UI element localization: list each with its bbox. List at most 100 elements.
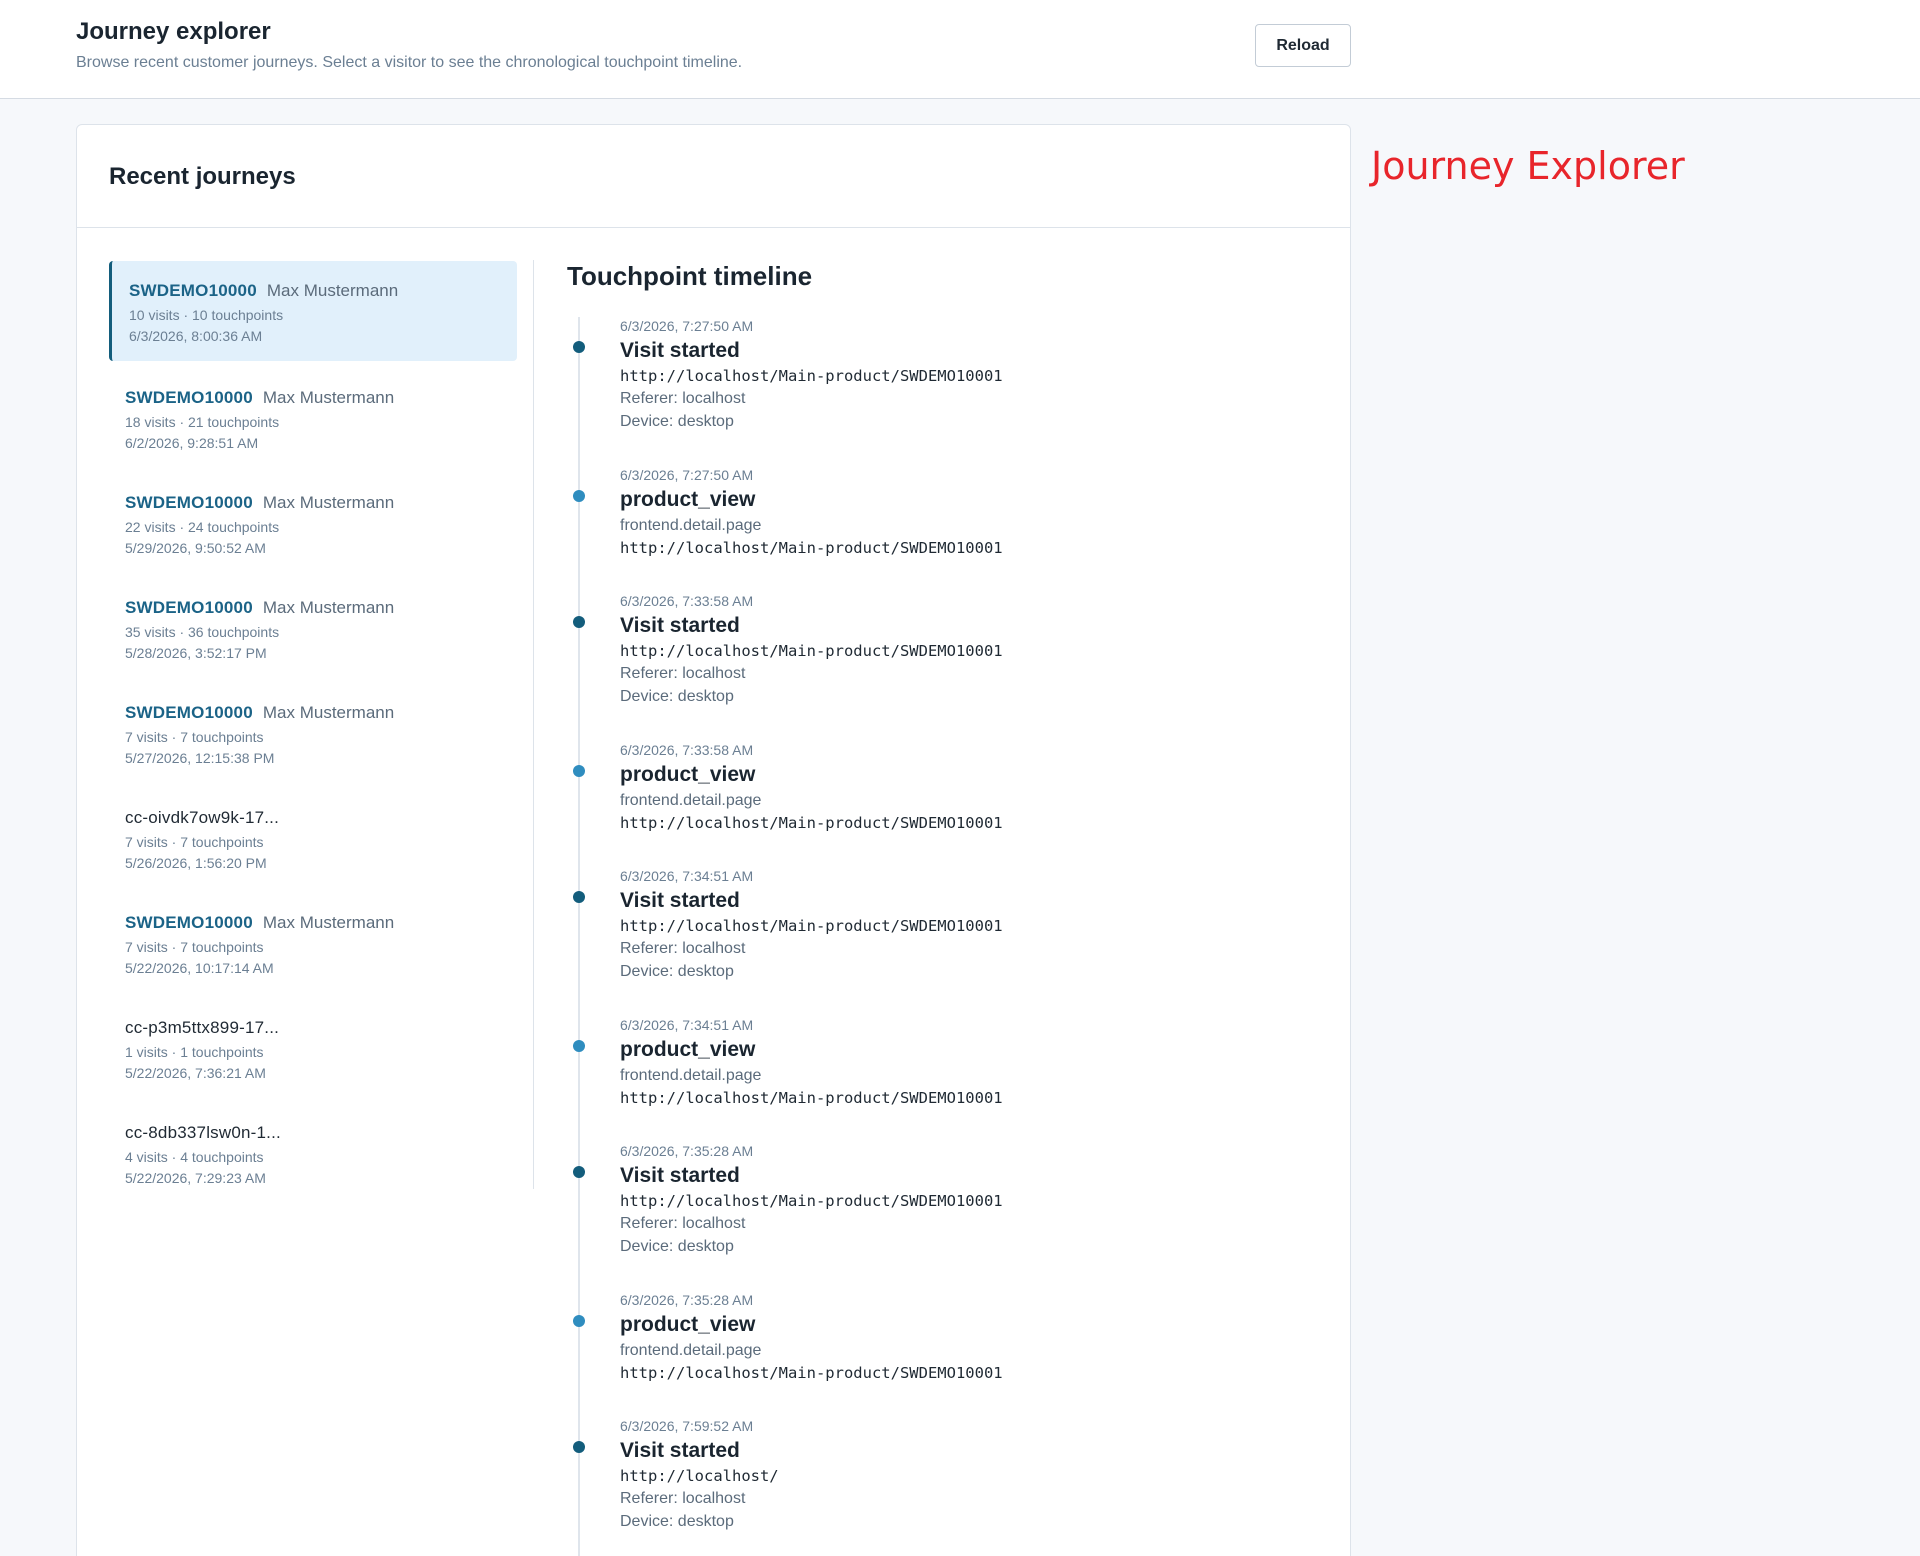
event-referer: Referer: localhost xyxy=(620,1490,746,1507)
timeline-dot-icon xyxy=(573,891,585,903)
event-url: http://localhost/Main-product/SWDEMO1000… xyxy=(620,642,1003,660)
column-divider xyxy=(533,260,534,1189)
event-referer: Referer: localhost xyxy=(620,940,746,957)
visitor-name: Max Mustermann xyxy=(262,703,395,722)
timeline-dot-icon xyxy=(573,490,585,502)
event-page: frontend.detail.page xyxy=(620,792,762,809)
event-url: http://localhost/Main-product/SWDEMO1000… xyxy=(620,1192,1003,1210)
event-page: frontend.detail.page xyxy=(620,1342,762,1359)
timeline-dot-icon xyxy=(573,1441,585,1453)
event-time: 6/3/2026, 7:33:58 AM xyxy=(620,593,754,609)
event-url: http://localhost/Main-product/SWDEMO1000… xyxy=(620,367,1003,385)
journey-date: 5/22/2026, 10:17:14 AM xyxy=(125,960,274,976)
visitor-id: SWDEMO10000 xyxy=(125,703,253,722)
journey-date: 5/27/2026, 12:15:38 PM xyxy=(125,750,275,766)
top-bar: Journey explorer Browse recent customer … xyxy=(0,0,1920,99)
timeline-event-body: 6/3/2026, 7:34:51 AM product_view frontend… xyxy=(620,1016,1300,1109)
visitor-name: Max Mustermann xyxy=(262,388,395,407)
timeline-dot-icon xyxy=(573,1166,585,1178)
event-label: product_view xyxy=(620,1038,756,1061)
timeline-dot-icon xyxy=(573,1040,585,1052)
reload-button[interactable]: Reload xyxy=(1255,24,1351,67)
journey-header: cc-8db337lsw0n-1... xyxy=(125,1123,517,1143)
event-url: http://localhost/ xyxy=(620,1467,779,1485)
event-referer: Referer: localhost xyxy=(620,665,746,682)
journey-stats: 1 visits · 1 touchpoints xyxy=(125,1044,264,1060)
journey-list-item[interactable]: SWDEMO10000 Max Mustermann 7 visits · 7 to… xyxy=(109,681,517,786)
journey-list-item[interactable]: cc-p3m5ttx899-17... 1 visits · 1 touchpoi… xyxy=(109,996,517,1101)
event-device: Device: desktop xyxy=(620,963,734,980)
timeline-dot-icon xyxy=(573,765,585,777)
visitor-id: cc-p3m5ttx899-17... xyxy=(125,1018,280,1037)
journey-list-item[interactable]: SWDEMO10000 Max Mustermann 10 visits · 10 … xyxy=(109,261,517,361)
event-device: Device: desktop xyxy=(620,1238,734,1255)
timeline-event-body: 6/3/2026, 7:33:58 AM product_view frontend… xyxy=(620,741,1300,834)
timeline-event-body: 6/3/2026, 7:35:28 AM product_view frontend… xyxy=(620,1291,1300,1384)
timeline-event-body: 6/3/2026, 7:27:50 AM product_view frontend… xyxy=(620,466,1300,559)
event-time: 6/3/2026, 7:27:50 AM xyxy=(620,467,754,483)
journey-header: SWDEMO10000 Max Mustermann xyxy=(125,913,517,933)
visitor-id: SWDEMO10000 xyxy=(125,493,253,512)
visitor-id: SWDEMO10000 xyxy=(125,388,253,407)
journey-list-item[interactable]: SWDEMO10000 Max Mustermann 35 visits · 36 … xyxy=(109,576,517,681)
event-label: Visit started xyxy=(620,339,740,362)
event-time: 6/3/2026, 7:35:28 AM xyxy=(620,1292,754,1308)
event-label: Visit started xyxy=(620,614,740,637)
event-url: http://localhost/Main-product/SWDEMO1000… xyxy=(620,814,1003,832)
event-label: product_view xyxy=(620,488,756,511)
journey-stats: 4 visits · 4 touchpoints xyxy=(125,1149,264,1165)
timeline-dot-icon xyxy=(573,1315,585,1327)
journey-stats: 22 visits · 24 touchpoints xyxy=(125,519,280,535)
journey-list-item[interactable]: SWDEMO10000 Max Mustermann 18 visits · 21 … xyxy=(109,366,517,471)
visitor-name: Max Mustermann xyxy=(266,281,399,300)
event-label: Visit started xyxy=(620,1439,740,1462)
event-label: Visit started xyxy=(620,889,740,912)
event-label: Visit started xyxy=(620,1164,740,1187)
timeline-event-body: 6/3/2026, 7:35:28 AM Visit started http://… xyxy=(620,1142,1300,1258)
visitor-id: cc-8db337lsw0n-1... xyxy=(125,1123,281,1142)
visitor-id: SWDEMO10000 xyxy=(125,598,253,617)
timeline-dot-icon xyxy=(573,616,585,628)
event-time: 6/3/2026, 7:33:58 AM xyxy=(620,742,754,758)
event-label: product_view xyxy=(620,763,756,786)
event-device: Device: desktop xyxy=(620,688,734,705)
timeline-line xyxy=(578,317,580,1556)
journey-header: SWDEMO10000 Max Mustermann xyxy=(125,598,517,618)
journey-stats: 7 visits · 7 touchpoints xyxy=(125,939,264,955)
event-time: 6/3/2026, 7:59:52 AM xyxy=(620,1418,754,1434)
touchpoint-timeline: 6/3/2026, 7:27:50 AM Visit started http://… xyxy=(567,317,1307,1556)
journey-date: 6/2/2026, 9:28:51 AM xyxy=(125,435,259,451)
timeline-event-body: 6/3/2026, 7:34:51 AM Visit started http://… xyxy=(620,867,1300,983)
event-time: 6/3/2026, 7:34:51 AM xyxy=(620,1017,754,1033)
visitor-id: cc-oivdk7ow9k-17... xyxy=(125,808,280,827)
journey-date: 5/26/2026, 1:56:20 PM xyxy=(125,855,267,871)
journey-header: cc-p3m5ttx899-17... xyxy=(125,1018,517,1038)
event-referer: Referer: localhost xyxy=(620,1215,746,1232)
event-time: 6/3/2026, 7:34:51 AM xyxy=(620,868,754,884)
timeline-event-body: 6/3/2026, 7:33:58 AM Visit started http://… xyxy=(620,592,1300,708)
event-time: 6/3/2026, 7:35:28 AM xyxy=(620,1143,754,1159)
timeline-dot-icon xyxy=(573,341,585,353)
journey-stats: 18 visits · 21 touchpoints xyxy=(125,414,280,430)
timeline-title: Touchpoint timeline xyxy=(567,261,813,291)
journey-date: 5/22/2026, 7:29:23 AM xyxy=(125,1170,266,1186)
journey-stats: 35 visits · 36 touchpoints xyxy=(125,624,280,640)
event-device: Device: desktop xyxy=(620,413,734,430)
journey-stats: 10 visits · 10 touchpoints xyxy=(129,307,284,323)
journey-stats: 7 visits · 7 touchpoints xyxy=(125,834,264,850)
journey-list-item[interactable]: SWDEMO10000 Max Mustermann 22 visits · 24 … xyxy=(109,471,517,576)
journey-list-item[interactable]: cc-8db337lsw0n-1... 4 visits · 4 touchpoi… xyxy=(109,1101,517,1206)
event-url: http://localhost/Main-product/SWDEMO1000… xyxy=(620,1364,1003,1382)
visitor-name: Max Mustermann xyxy=(262,493,395,512)
card-title: Recent journeys xyxy=(109,163,296,190)
journey-list-item[interactable]: cc-oivdk7ow9k-17... 7 visits · 7 touchpoi… xyxy=(109,786,517,891)
journey-list-item[interactable]: SWDEMO10000 Max Mustermann 7 visits · 7 to… xyxy=(109,891,517,996)
journey-header: SWDEMO10000 Max Mustermann xyxy=(125,493,517,513)
event-url: http://localhost/Main-product/SWDEMO1000… xyxy=(620,917,1003,935)
visitor-name: Max Mustermann xyxy=(262,598,395,617)
event-device: Device: desktop xyxy=(620,1513,734,1530)
page-subtitle: Browse recent customer journeys. Select … xyxy=(76,54,743,71)
event-url: http://localhost/Main-product/SWDEMO1000… xyxy=(620,1089,1003,1107)
journey-header: cc-oivdk7ow9k-17... xyxy=(125,808,517,828)
event-referer: Referer: localhost xyxy=(620,390,746,407)
